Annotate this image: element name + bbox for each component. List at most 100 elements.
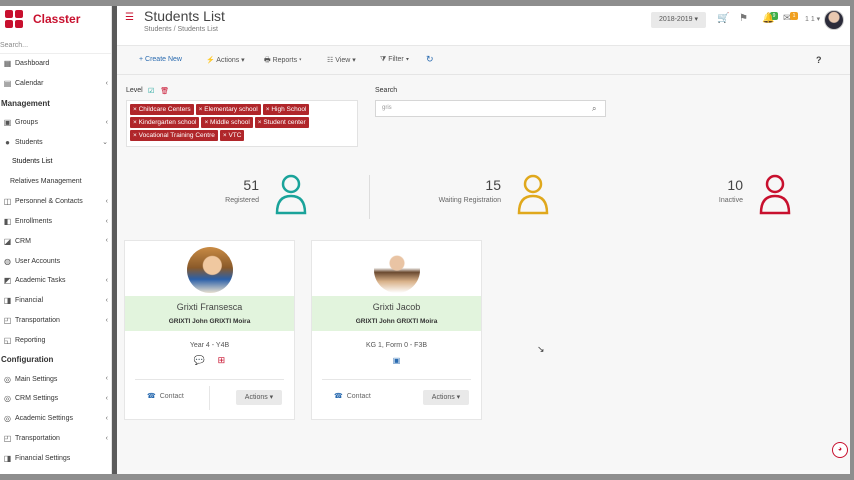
dashboard-icon: ▦	[3, 59, 12, 69]
sidebar-item-reporting[interactable]: ◱ Reporting	[0, 330, 111, 350]
level-tag[interactable]: × Elementary school	[195, 104, 261, 115]
sidebar-subitem-students-list[interactable]: Students List	[0, 152, 111, 172]
student-status-icons: ▣	[312, 355, 481, 365]
sidebar-scrollbar[interactable]	[112, 6, 117, 474]
chevron-left-icon: ‹	[105, 217, 108, 225]
level-tag[interactable]: × High School	[262, 104, 310, 115]
inactive-count: 10	[727, 177, 743, 193]
card-actions-button[interactable]: Actions ▾	[423, 390, 469, 405]
app-name: Classter	[33, 12, 81, 26]
reports-menu-button[interactable]: 🖶 Reports ▾	[264, 56, 302, 67]
flag-icon[interactable]: ⚑	[739, 13, 748, 24]
registered-label: Registered	[225, 197, 259, 204]
sidebar-item-academic-tasks[interactable]: ◩ Academic Tasks ‹	[0, 271, 111, 291]
chat-icon[interactable]: 💬	[194, 355, 205, 365]
level-tag[interactable]: × Kindergarten school	[130, 117, 200, 128]
chevron-left-icon: ‹	[105, 79, 108, 87]
search-input[interactable]: gris	[375, 100, 606, 117]
sidebar-item-label: Transportation	[15, 434, 60, 442]
tag-label: Student center	[263, 119, 306, 126]
chevron-left-icon: ‹	[105, 296, 108, 304]
user-menu-toggle[interactable]: 1 1 ▾	[805, 15, 820, 23]
student-name[interactable]: Grixti Jacob	[312, 302, 481, 312]
contact-button[interactable]: ☎ Contact	[334, 392, 371, 400]
student-card[interactable]: Grixti Jacob GRIXTI John GRIXTI Moira KG…	[311, 240, 482, 420]
sidebar-item-label: Dashboard	[15, 60, 50, 68]
refresh-icon[interactable]: ↻	[426, 54, 434, 65]
logo[interactable]: Classter	[0, 6, 111, 32]
sidebar-item-students[interactable]: ● Students ⌄	[0, 132, 111, 152]
classter-logo-icon	[5, 10, 23, 28]
id-card-icon[interactable]: ▣	[393, 356, 401, 365]
tag-label: Elementary school	[204, 106, 258, 113]
sidebar-item-label: Transportation	[15, 316, 60, 324]
reporting-icon: ◱	[3, 335, 12, 345]
student-name[interactable]: Grixti Fransesca	[125, 302, 294, 312]
sidebar-item-transportation[interactable]: ◰ Transportation ‹	[0, 311, 111, 331]
settings-icon: ◎	[4, 374, 11, 384]
search-icon[interactable]: ⌕	[592, 104, 596, 114]
contact-button[interactable]: ☎ Contact	[147, 392, 184, 400]
cart-icon[interactable]: 🛒	[717, 13, 729, 24]
sidebar-item-personnel[interactable]: ◫ Personnel & Contacts ‹	[0, 192, 111, 212]
medical-icon[interactable]: ⊞	[218, 355, 226, 365]
level-tag[interactable]: × Middle school	[201, 117, 253, 128]
student-photo[interactable]	[187, 247, 233, 293]
level-tag[interactable]: × VTC	[219, 130, 245, 141]
sidebar-item-academic-settings[interactable]: ◎ Academic Settings ‹	[0, 409, 111, 429]
tag-label: High School	[271, 106, 307, 113]
footer-divider	[209, 386, 210, 410]
sidebar-item-crm[interactable]: ◪ CRM ‹	[0, 231, 111, 251]
sidebar-search-input[interactable]: Search...	[0, 32, 111, 54]
sidebar-item-groups[interactable]: ▣ Groups ‹	[0, 113, 111, 133]
sidebar-item-financial[interactable]: ◨ Financial ‹	[0, 291, 111, 311]
sidebar-item-enrollments[interactable]: ◧ Enrollments ‹	[0, 212, 111, 232]
student-photo[interactable]	[374, 247, 420, 293]
clear-all-icon[interactable]: 🗑	[160, 88, 169, 95]
top-bar: ☰ Students List Students / Students List…	[117, 6, 850, 46]
create-new-button[interactable]: + Create New	[139, 56, 182, 63]
sidebar-item-main-settings[interactable]: ◎ Main Settings ‹	[0, 369, 111, 389]
tag-label: Vocational Training Centre	[138, 132, 215, 139]
breadcrumb-students[interactable]: Students	[144, 26, 172, 33]
filter-label: Filter ▾	[388, 56, 410, 63]
registered-user-icon	[275, 174, 307, 215]
actions-label: Actions ▾	[216, 57, 245, 64]
sidebar-item-label: Students	[15, 138, 43, 146]
inactive-user-icon	[759, 174, 791, 215]
filter-menu-button[interactable]: ⧩ Filter ▾	[380, 56, 409, 64]
student-card[interactable]: Grixti Fransesca GRIXTI John GRIXTI Moir…	[124, 240, 295, 420]
actions-menu-button[interactable]: ⚡ Actions ▾	[206, 56, 245, 64]
support-chat-button[interactable]: ◕	[832, 442, 848, 458]
menu-toggle-icon[interactable]: ☰	[125, 12, 134, 23]
sidebar-item-financial-settings[interactable]: ◨ Financial Settings	[0, 448, 111, 468]
financial-icon: ◨	[3, 296, 12, 306]
level-tag[interactable]: × Vocational Training Centre	[130, 130, 218, 141]
help-button[interactable]: ?	[816, 55, 822, 65]
tag-label: VTC	[228, 132, 242, 139]
bell-icon[interactable]: 🔔	[762, 13, 774, 24]
sidebar-item-label: CRM Settings	[15, 395, 59, 403]
sidebar-subitem-relatives[interactable]: Relatives Management	[0, 172, 111, 192]
user-avatar[interactable]	[824, 10, 844, 30]
chevron-left-icon: ‹	[105, 237, 108, 245]
sidebar-item-dashboard[interactable]: ▦ Dashboard	[0, 54, 111, 74]
tag-label: Kindergarten school	[138, 119, 197, 126]
select-all-icon[interactable]: ☑	[148, 88, 154, 95]
level-tag-input[interactable]: × Childcare Centers × Elementary school …	[126, 100, 358, 147]
waiting-label: Waiting Registration	[438, 197, 501, 204]
sidebar-item-crm-settings[interactable]: ◎ CRM Settings ‹	[0, 389, 111, 409]
sidebar-item-user-accounts[interactable]: ◍ User Accounts	[0, 251, 111, 271]
academic-year-select[interactable]: 2018-2019 ▾	[651, 12, 706, 28]
breadcrumb: Students / Students List	[144, 26, 218, 33]
sidebar-item-transportation-settings[interactable]: ◰ Transportation ‹	[0, 429, 111, 449]
level-tag[interactable]: × Student center	[254, 117, 309, 128]
level-tag[interactable]: × Childcare Centers	[130, 104, 194, 115]
stats-divider	[369, 175, 370, 219]
user-icon: ●	[5, 137, 10, 147]
sidebar-item-calendar[interactable]: ▤ Calendar ‹	[0, 74, 111, 94]
bus-icon: ◰	[3, 433, 12, 443]
card-actions-button[interactable]: Actions ▾	[236, 390, 282, 405]
chevron-left-icon: ‹	[105, 414, 108, 422]
view-menu-button[interactable]: ☷ View ▾	[327, 56, 356, 64]
